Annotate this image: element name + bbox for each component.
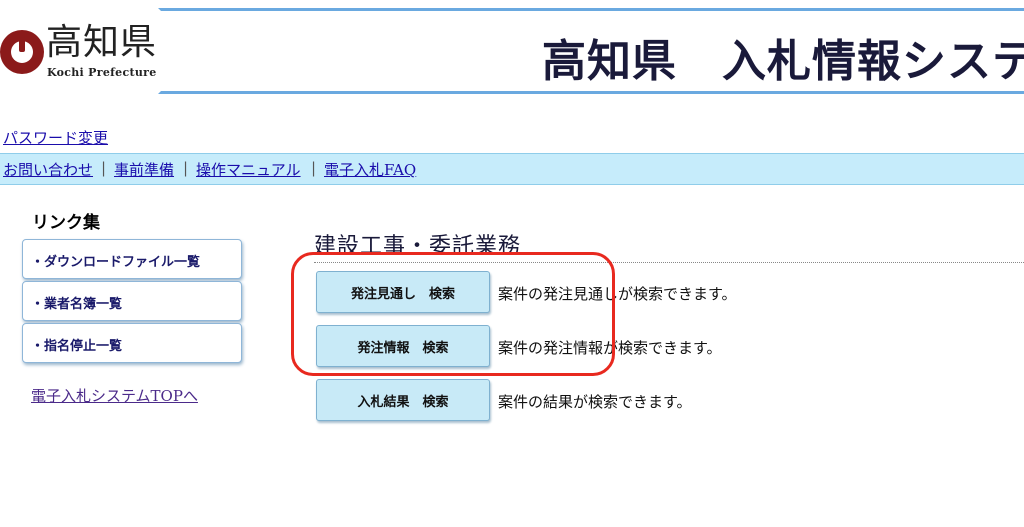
sidebar-item-suspension-list[interactable]: ・指名停止一覧 (22, 323, 242, 363)
sidebar-item-label: ・ダウンロードファイル一覧 (31, 255, 201, 270)
nav-separator: | (183, 159, 189, 177)
logo-english: Kochi Prefecture (47, 66, 157, 79)
sidebar-item-label: ・業者名簿一覧 (31, 297, 123, 312)
nav-separator: | (311, 159, 317, 177)
section-divider (314, 262, 1024, 263)
nav-preparation-link[interactable]: 事前準備 (114, 159, 174, 180)
header: 高知県 Kochi Prefecture 高知県 入札情報システ (0, 0, 1024, 94)
forecast-search-button[interactable]: 発注見通し 検索 (316, 271, 490, 313)
sidebar-item-label: ・指名停止一覧 (31, 339, 123, 354)
bid-result-search-button[interactable]: 入札結果 検索 (316, 379, 490, 421)
nav-faq-link[interactable]: 電子入札FAQ (324, 159, 416, 180)
prefecture-seal-icon (0, 30, 44, 74)
nav-contact-link[interactable]: お問い合わせ (3, 159, 93, 180)
sidebar-item-download-list[interactable]: ・ダウンロードファイル一覧 (22, 239, 242, 279)
order-info-search-description: 案件の発注情報が検索できます。 (498, 339, 722, 357)
nav-manual-link[interactable]: 操作マニュアル (196, 159, 301, 180)
forecast-search-description: 案件の発注見通しが検索できます。 (498, 285, 737, 303)
title-banner: 高知県 入札情報システ (158, 8, 1024, 94)
nav-separator: | (101, 159, 107, 177)
password-change-link[interactable]: パスワード変更 (3, 127, 108, 148)
page-title: 高知県 入札情報システ (542, 36, 1024, 87)
system-top-link[interactable]: 電子入札システムTOPへ (31, 385, 198, 406)
nav-bar: お問い合わせ | 事前準備 | 操作マニュアル | 電子入札FAQ (0, 153, 1024, 185)
sidebar-title: リンク集 (32, 213, 100, 233)
sidebar-item-vendor-list[interactable]: ・業者名簿一覧 (22, 281, 242, 321)
section-title: 建設工事・委託業務 (314, 234, 522, 259)
logo-kanji: 高知県 (46, 22, 158, 63)
order-info-search-button[interactable]: 発注情報 検索 (316, 325, 490, 367)
kochi-logo[interactable]: 高知県 Kochi Prefecture (0, 8, 160, 88)
bid-result-search-description: 案件の結果が検索できます。 (498, 393, 692, 411)
